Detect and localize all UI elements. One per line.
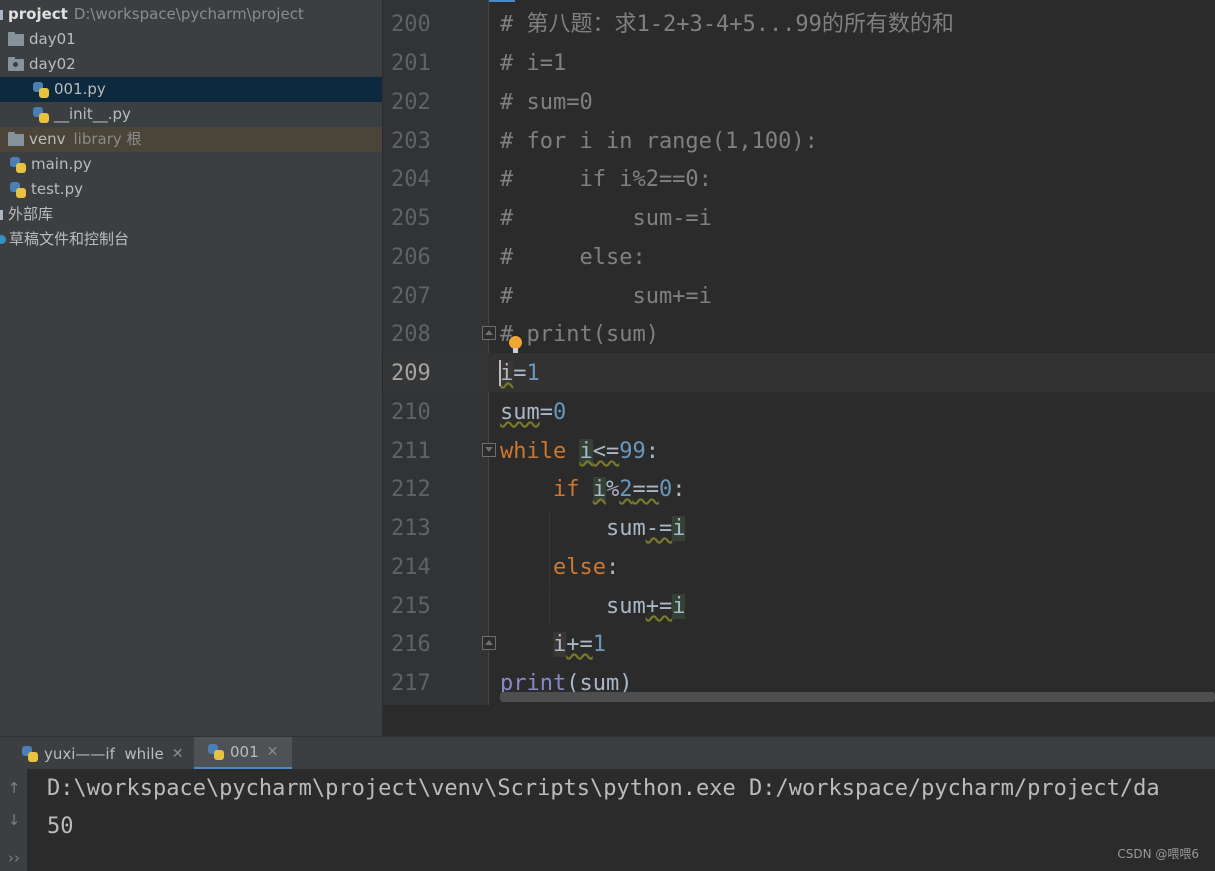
run-tab-bar: yuxi——if while ✕ 001 ✕ [0,736,1215,770]
console-line-result: 50 [47,814,74,839]
line-number: 204 [391,167,431,192]
close-icon[interactable]: ✕ [267,744,279,760]
fold-marker-icon[interactable] [482,443,496,457]
tree-item-001-py[interactable]: 001.py [0,77,382,102]
tree-root-project[interactable]: project D:\workspace\pycharm\project [0,2,382,27]
line-number: 214 [391,555,431,580]
python-file-icon [33,106,49,123]
code-line-215[interactable]: sum+=i [500,587,686,626]
horizontal-scrollbar[interactable] [500,692,1215,702]
python-file-icon [33,81,49,98]
code-editor[interactable]: 200 201 202 203 204 205 206 207 208 209 … [383,0,1215,736]
code-line-200[interactable]: # 第八题：求1-2+3-4+5...99的所有数的和 [500,5,954,44]
code-line-213[interactable]: sum-=i [500,509,686,548]
code-line-216[interactable]: i+=1 [500,625,606,664]
line-number: 206 [391,245,431,270]
tree-item-external-libraries[interactable]: 外部库 [0,202,382,227]
tree-item-label: __init__.py [54,105,131,123]
run-tab-label: yuxi——if while [44,744,164,763]
line-number: 215 [391,594,431,619]
tree-item-venv[interactable]: venv library 根 [0,127,382,152]
run-toolbar: ↑ ↓ ›› [0,769,27,871]
code-line-211[interactable]: while i<=99: [500,432,659,471]
code-line-208[interactable]: # print(sum) [500,315,659,354]
tree-item-label: 外部库 [8,205,54,223]
line-number: 205 [391,206,431,231]
lightbulb-icon[interactable] [509,336,522,354]
tree-item-label: 001.py [54,80,106,98]
watermark: CSDN @喂喂6 [1117,847,1199,861]
line-number: 213 [391,516,431,541]
line-number: 203 [391,129,431,154]
scroll-up-icon[interactable]: ↑ [6,779,22,797]
line-number-current: 209 [391,361,431,386]
line-number: 201 [391,51,431,76]
line-number: 216 [391,632,431,657]
code-line-214[interactable]: else: [500,548,619,587]
project-name: project [8,5,68,23]
more-actions-icon[interactable]: ›› [6,849,22,867]
run-tab-label: 001 [230,743,259,761]
console-line-command: D:\workspace\pycharm\project\venv\Script… [47,776,1160,801]
tree-item-label: day02 [29,55,76,73]
text-caret [499,360,501,386]
tree-item-scratches[interactable]: 草稿文件和控制台 [0,227,382,252]
close-icon[interactable]: ✕ [172,746,184,762]
tree-item-label: 草稿文件和控制台 [9,230,130,248]
tree-item-label: venv [29,130,66,148]
folder-icon [8,131,24,146]
folder-icon [8,31,24,46]
python-file-icon [22,745,38,762]
tree-item-label: main.py [31,155,92,173]
tree-item-day01[interactable]: day01 [0,27,382,52]
python-file-icon [10,156,26,173]
project-path: D:\workspace\pycharm\project [73,5,304,23]
tree-item-label: test.py [31,180,83,198]
tree-item-label: day01 [29,30,76,48]
package-folder-icon [8,56,24,71]
code-line-201[interactable]: # i=1 [500,44,566,83]
code-line-203[interactable]: # for i in range(1,100): [500,122,818,161]
python-file-icon [208,744,224,760]
tree-item-test-py[interactable]: test.py [0,177,382,202]
line-number: 207 [391,284,431,309]
line-number: 202 [391,90,431,115]
code-line-207[interactable]: # sum+=i [500,277,712,316]
scroll-down-icon[interactable]: ↓ [6,811,22,829]
line-number: 200 [391,12,431,37]
run-tab-yuxi[interactable]: yuxi——if while ✕ [20,737,186,770]
expand-arrow-icon[interactable] [0,9,3,20]
line-number: 208 [391,322,431,347]
run-console-output[interactable]: D:\workspace\pycharm\project\venv\Script… [27,769,1215,871]
line-number: 212 [391,477,431,502]
code-line-209[interactable]: i=1 [500,354,540,393]
fold-marker-icon[interactable] [482,326,496,340]
fold-marker-icon[interactable] [482,636,496,650]
line-number: 210 [391,400,431,425]
code-line-205[interactable]: # sum-=i [500,199,712,238]
tree-item-day02[interactable]: day02 [0,52,382,77]
code-line-204[interactable]: # if i%2==0: [500,160,712,199]
code-line-212[interactable]: if i%2==0: [500,470,685,509]
code-line-210[interactable]: sum=0 [500,393,566,432]
code-line-206[interactable]: # else: [500,238,646,277]
tree-item-main-py[interactable]: main.py [0,152,382,177]
python-file-icon [10,181,26,198]
scratches-icon [0,235,6,244]
project-tree: project D:\workspace\pycharm\project day… [0,0,382,736]
library-icon [0,209,3,220]
library-root-tag: library 根 [73,130,142,148]
code-line-202[interactable]: # sum=0 [500,83,593,122]
line-number: 217 [391,671,431,696]
line-number: 211 [391,439,431,464]
tree-item-init-py[interactable]: __init__.py [0,102,382,127]
run-tab-001[interactable]: 001 ✕ [194,737,293,770]
